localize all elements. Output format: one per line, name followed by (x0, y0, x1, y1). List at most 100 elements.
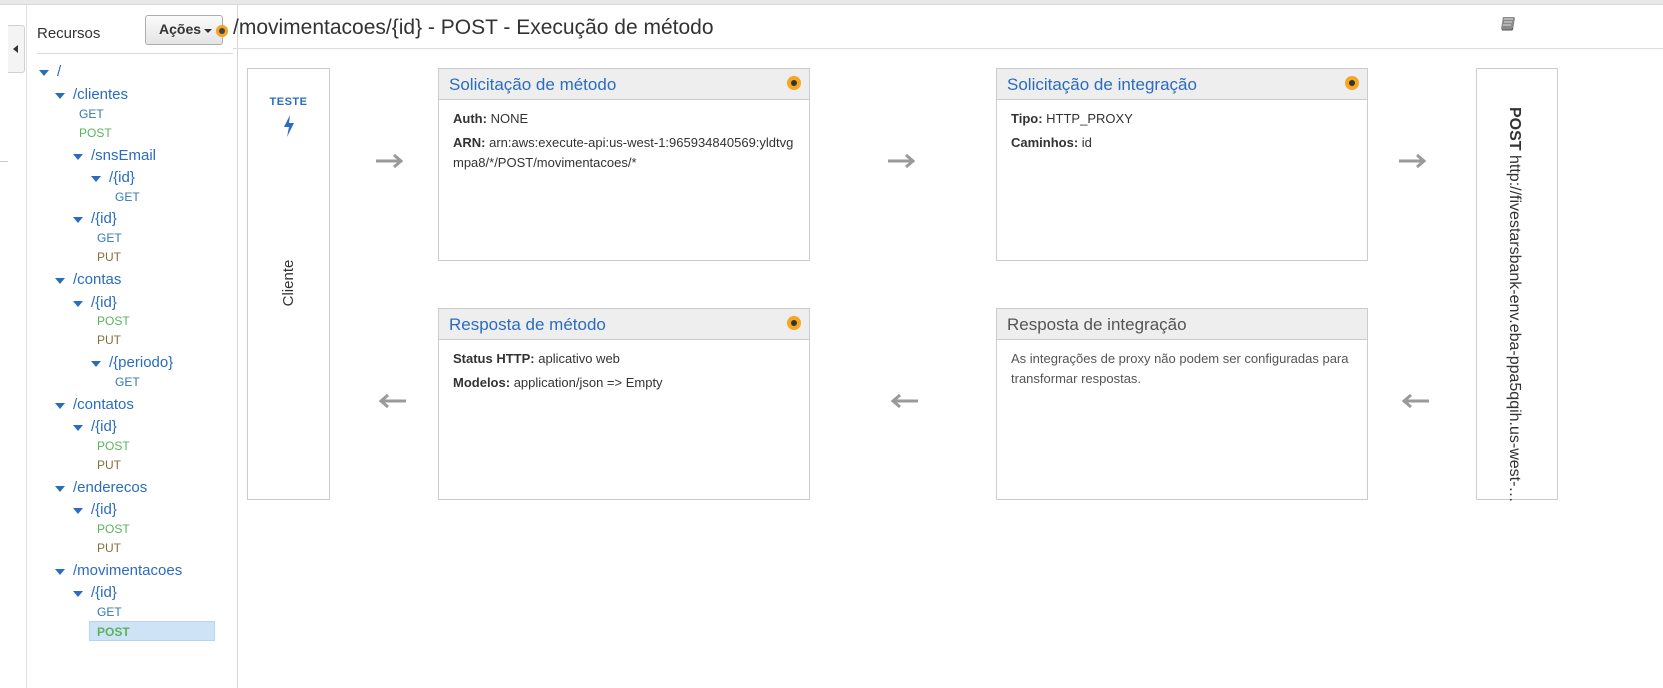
resources-sidebar: Recursos Ações / /clientes GET POST /sns… (26, 5, 238, 688)
sidebar-title: Recursos (37, 25, 101, 42)
panel-header: Resposta de integração (997, 309, 1367, 340)
method-snsemail-id-get[interactable]: GET (115, 190, 140, 204)
method-clientes-id-get[interactable]: GET (97, 231, 122, 245)
actions-label: Ações (159, 21, 202, 37)
caret-down-icon (73, 301, 83, 307)
method-contas-id-post[interactable]: POST (97, 314, 130, 328)
method-clientes-get[interactable]: GET (79, 107, 104, 121)
method-contatos-id-post[interactable]: POST (97, 439, 130, 453)
caret-down-icon (55, 486, 65, 492)
tree-node-label: /{id} (91, 501, 117, 518)
book-icon[interactable] (1499, 14, 1519, 34)
method-movimentacoes-id-get[interactable]: GET (97, 605, 122, 619)
caret-down-icon (73, 154, 83, 160)
collapse-sidebar-button[interactable] (8, 25, 25, 73)
method-movimentacoes-id-post[interactable]: POST (97, 625, 130, 639)
caret-down-icon (91, 176, 101, 182)
caret-down-icon (73, 508, 83, 514)
paths-row: Caminhos: id (1011, 133, 1355, 153)
endpoint-url: http://fivestarsbank-env.eba-ppa5qqih.us… (1506, 155, 1523, 507)
method-enderecos-id-put[interactable]: PUT (97, 541, 121, 555)
panel-body: Auth: NONE ARN: arn:aws:execute-api:us-w… (453, 109, 797, 177)
status-dot-icon (787, 76, 801, 90)
arn-row: ARN: arn:aws:execute-api:us-west-1:96593… (453, 133, 797, 173)
method-contas-id-put[interactable]: PUT (97, 333, 121, 347)
auth-row: Auth: NONE (453, 109, 797, 129)
caret-down-icon (55, 93, 65, 99)
chevron-left-icon (13, 45, 18, 53)
page-title: /movimentacoes/{id} - POST - Execução de… (233, 16, 714, 39)
method-clientes-post[interactable]: POST (79, 126, 112, 140)
caret-down-icon (55, 278, 65, 284)
divider (0, 161, 8, 162)
sidebar-header: Recursos Ações (27, 5, 237, 53)
method-request-panel: Solicitação de método Auth: NONE ARN: ar… (438, 68, 810, 261)
arrow-right-icon (1399, 154, 1427, 168)
tree-node-label: / (57, 63, 62, 80)
method-clientes-id-put[interactable]: PUT (97, 250, 121, 264)
sidebar-divider (37, 53, 233, 54)
panel-header: Resposta de método (439, 309, 809, 340)
paths-value: id (1081, 135, 1092, 150)
endpoint-text: POST http://fivestarsbank-env.eba-ppa5qq… (1499, 107, 1523, 507)
method-enderecos-id-post[interactable]: POST (97, 522, 130, 536)
panel-header: Solicitação de integração (997, 69, 1367, 100)
top-bar (0, 0, 1663, 5)
caret-down-icon (73, 591, 83, 597)
tree-node-label: /clientes (73, 86, 129, 103)
panel-body: Status HTTP: aplicativo web Modelos: app… (453, 349, 797, 397)
backend-endpoint-box: POST http://fivestarsbank-env.eba-ppa5qq… (1476, 68, 1558, 507)
tree-node-label: /{id} (109, 169, 135, 186)
caret-down-icon (73, 425, 83, 431)
method-contatos-id-put[interactable]: PUT (97, 458, 121, 472)
method-response-panel: Resposta de método Status HTTP: aplicati… (438, 308, 810, 500)
proxy-note: As integrações de proxy não podem ser co… (1011, 351, 1349, 386)
status-dot-icon (1345, 76, 1359, 90)
actions-button[interactable]: Ações (145, 15, 223, 45)
models-value: application/json => Empty (513, 375, 663, 390)
arrow-right-icon (376, 154, 404, 168)
arrow-left-icon (1401, 394, 1429, 408)
caret-down-icon (55, 569, 65, 575)
test-link[interactable]: TESTE (248, 96, 329, 108)
client-box: TESTE Cliente (247, 68, 330, 500)
caret-down-icon (204, 29, 212, 33)
integration-request-title[interactable]: Solicitação de integração (1007, 75, 1197, 95)
tree-node-label: /contas (73, 271, 122, 288)
tree-node-label: /{id} (91, 294, 117, 311)
left-strip (0, 5, 26, 688)
arrow-left-icon (378, 394, 406, 408)
tree-node-label: /{id} (91, 418, 117, 435)
models-label: Modelos: (453, 375, 511, 390)
method-periodo-get[interactable]: GET (115, 375, 140, 389)
tree-node-label: /movimentacoes (73, 562, 183, 579)
status-dot-icon (216, 25, 228, 37)
integration-response-panel: Resposta de integração As integrações de… (996, 308, 1368, 500)
integration-response-title: Resposta de integração (1007, 315, 1187, 334)
caret-down-icon (55, 403, 65, 409)
tree-node-label: /snsEmail (91, 147, 157, 164)
method-response-title[interactable]: Resposta de método (449, 315, 606, 335)
arn-value: arn:aws:execute-api:us-west-1:9659348405… (453, 135, 794, 170)
arrow-right-icon (888, 154, 916, 168)
panel-header: Solicitação de método (439, 69, 809, 100)
status-label: Status HTTP: (453, 351, 535, 366)
panel-body: Tipo: HTTP_PROXY Caminhos: id (1011, 109, 1355, 157)
auth-value: NONE (490, 111, 529, 126)
type-value: HTTP_PROXY (1046, 111, 1133, 126)
status-dot-icon (787, 316, 801, 330)
client-label: Cliente (280, 259, 297, 307)
status-value: aplicativo web (538, 351, 620, 366)
title-divider (233, 48, 1663, 49)
models-row: Modelos: application/json => Empty (453, 373, 797, 393)
arn-label: ARN: (453, 135, 486, 150)
method-request-title[interactable]: Solicitação de método (449, 75, 616, 95)
caret-down-icon (91, 361, 101, 367)
paths-label: Caminhos: (1011, 135, 1079, 150)
type-label: Tipo: (1011, 111, 1043, 126)
tree-node-label: /{periodo} (109, 354, 174, 371)
tree-node-label: /contatos (73, 396, 134, 413)
integration-request-panel: Solicitação de integração Tipo: HTTP_PRO… (996, 68, 1368, 261)
caret-down-icon (39, 70, 49, 76)
lightning-icon[interactable] (281, 115, 297, 137)
